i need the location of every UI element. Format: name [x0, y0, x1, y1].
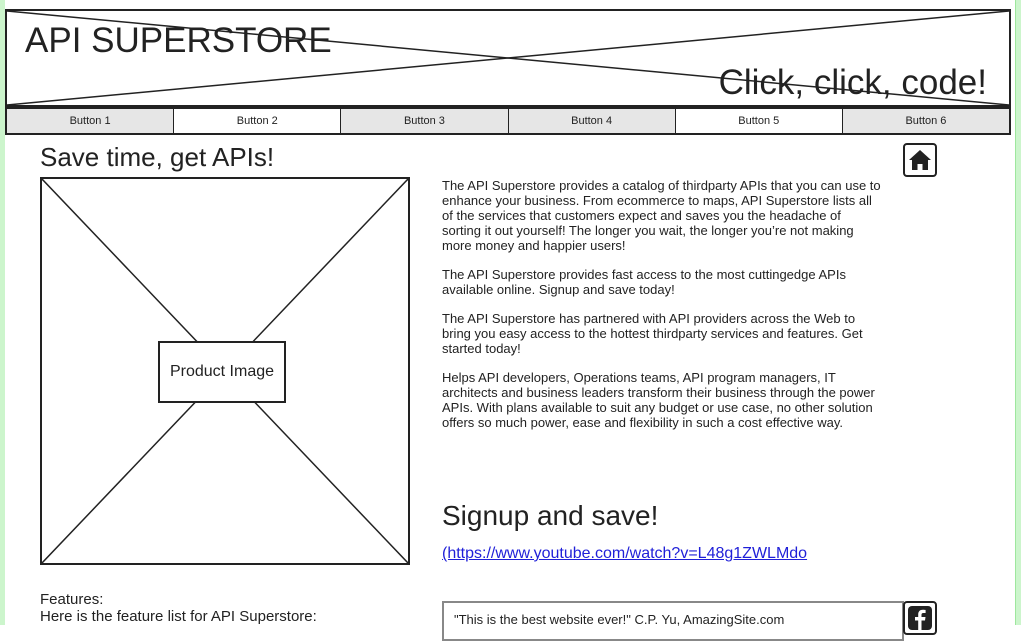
header-banner: API SUPERSTORE Click, click, code!	[5, 9, 1011, 107]
product-image-label: Product Image	[158, 341, 286, 403]
nav-button-5[interactable]: Button 5	[675, 109, 843, 133]
nav-button-4[interactable]: Button 4	[508, 109, 676, 133]
product-image-placeholder: Product Image	[40, 177, 410, 565]
right-stripe	[1015, 0, 1021, 625]
nav-button-2[interactable]: Button 2	[174, 109, 342, 133]
signup-heading: Signup and save!	[442, 500, 659, 531]
facebook-icon	[908, 606, 932, 630]
page-title: Save time, get APIs!	[40, 142, 275, 172]
features-heading: Features:	[40, 591, 104, 608]
nav-button-1[interactable]: Button 1	[7, 109, 175, 133]
site-slogan: Click, click, code!	[718, 63, 987, 102]
paragraph-1: The API Superstore provides a catalog of…	[442, 178, 881, 253]
home-icon	[909, 150, 931, 170]
facebook-button[interactable]	[903, 601, 937, 635]
paragraph-4: Helps API developers, Operations teams, …	[442, 370, 875, 430]
description-text: The API Superstore provides a catalog of…	[442, 178, 882, 444]
paragraph-3: The API Superstore has partnered with AP…	[442, 311, 863, 356]
nav-bar: Button 1 Button 2 Button 3 Button 4 Butt…	[5, 107, 1011, 135]
site-title: API SUPERSTORE	[25, 21, 332, 60]
signup-video-link[interactable]: (https://www.youtube.com/watch?v=L48g1ZW…	[442, 545, 807, 563]
features-description: Here is the feature list for API Superst…	[40, 608, 317, 625]
testimonial-box: "This is the best website ever!" C.P. Yu…	[442, 601, 904, 641]
home-button[interactable]	[903, 143, 937, 177]
paragraph-2: The API Superstore provides fast access …	[442, 267, 846, 297]
nav-button-3[interactable]: Button 3	[341, 109, 509, 133]
nav-button-6[interactable]: Button 6	[842, 109, 1010, 133]
